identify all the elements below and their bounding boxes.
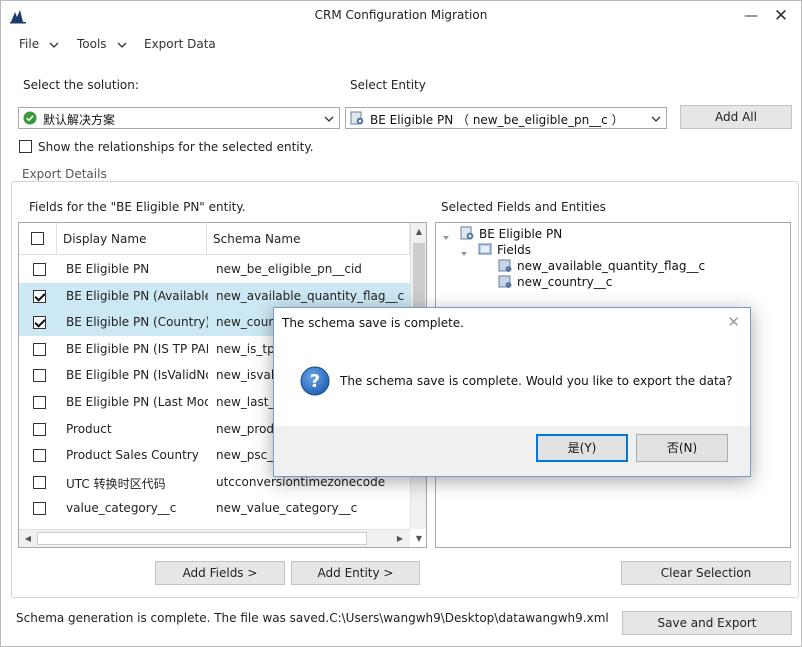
display-name-cell: Product Sales Country (66, 448, 199, 463)
menu-file[interactable]: File (19, 37, 39, 51)
display-name-cell: BE Eligible PN (Available C (66, 288, 208, 303)
tree-fields-node[interactable]: Fields (497, 243, 531, 257)
window-title: CRM Configuration Migration (314, 8, 488, 22)
scroll-up-icon[interactable]: ▲ (411, 224, 426, 240)
select-all-checkbox[interactable] (31, 232, 44, 245)
table-row[interactable]: BE Eligible PN new_be_eligible_pn__cid (19, 256, 410, 283)
row-checkbox[interactable] (33, 316, 46, 330)
chevron-down-icon[interactable] (650, 113, 662, 127)
field-icon (498, 274, 513, 292)
row-checkbox[interactable] (33, 342, 46, 356)
column-schema-name[interactable]: Schema Name (207, 223, 410, 255)
schema-name-cell: new_be_eligible_pn__cid (216, 262, 362, 276)
table-row[interactable]: value_category__c new_value_category__c (19, 495, 410, 522)
row-checkbox[interactable] (33, 263, 46, 276)
row-checkbox[interactable] (33, 475, 46, 489)
status-text: Schema generation is complete. The file … (16, 611, 609, 625)
display-name-cell: UTC 转换时区代码 (66, 476, 166, 491)
show-relationships-checkbox[interactable] (19, 140, 32, 153)
selected-fields-label: Selected Fields and Entities (441, 200, 606, 214)
app-window: CRM Configuration Migration — ✕ File Too… (0, 0, 802, 647)
folder-icon (478, 242, 493, 259)
chevron-down-icon[interactable] (48, 39, 60, 53)
row-checkbox[interactable] (33, 369, 46, 383)
tree-field-node[interactable]: new_available_quantity_flag__c (517, 259, 705, 273)
collapse-arrow-icon[interactable] (460, 247, 468, 261)
row-checkbox[interactable] (33, 289, 46, 303)
display-name-cell: BE Eligible PN (IsValidNow (66, 368, 208, 383)
solution-select[interactable]: 默认解决方案 (18, 107, 340, 129)
row-checkbox[interactable] (33, 449, 46, 463)
column-display-name[interactable]: Display Name (57, 223, 207, 255)
tree-entity-node[interactable]: BE Eligible PN (479, 227, 562, 241)
chevron-down-icon[interactable] (323, 113, 335, 127)
entity-gear-icon (350, 111, 365, 129)
add-all-button[interactable]: Add All (680, 105, 792, 129)
question-icon: ? (300, 366, 330, 399)
display-name-cell: Product (66, 421, 112, 436)
menu-tools[interactable]: Tools (77, 37, 107, 51)
row-checkbox[interactable] (33, 422, 46, 436)
show-relationships-label: Show the relationships for the selected … (38, 140, 314, 154)
dialog-title: The schema save is complete. (282, 316, 464, 330)
minimize-icon[interactable]: — (741, 7, 761, 25)
display-name-cell: BE Eligible PN (66, 262, 150, 276)
schema-name-cell: new_available_quantity_flag__c (216, 288, 405, 303)
add-fields-button[interactable]: Add Fields > (155, 561, 285, 585)
solution-value: 默认解决方案 (43, 113, 116, 127)
display-name-cell: BE Eligible PN (Country) (66, 315, 208, 330)
dialog-close-icon[interactable]: ✕ (727, 313, 740, 331)
fields-label: Fields for the "BE Eligible PN" entity. (29, 200, 246, 214)
table-row[interactable]: BE Eligible PN (Available C new_available… (19, 282, 410, 310)
tree-field-node[interactable]: new_country__c (517, 275, 612, 289)
display-name-cell: BE Eligible PN (Last Modifi (66, 395, 208, 409)
scroll-right-icon[interactable]: ▶ (392, 531, 408, 547)
row-checkbox[interactable] (33, 396, 46, 409)
collapse-arrow-icon[interactable] (442, 231, 450, 245)
chevron-down-icon[interactable] (116, 39, 128, 53)
close-icon[interactable]: ✕ (771, 7, 791, 25)
menu-export-data[interactable]: Export Data (144, 37, 216, 51)
svg-text:?: ? (310, 371, 320, 392)
horizontal-scrollbar[interactable]: ◀ ▶ (19, 529, 410, 547)
horizontal-scroll-thumb[interactable] (37, 532, 367, 545)
grid-header: Display Name Schema Name (19, 223, 410, 255)
scroll-down-icon[interactable]: ▼ (411, 531, 426, 547)
save-and-export-button[interactable]: Save and Export (622, 611, 792, 635)
entity-label: Select Entity (350, 78, 426, 92)
check-circle-icon (23, 111, 37, 128)
entity-gear-icon (460, 226, 475, 244)
entity-value: BE Eligible PN （ new_be_eligible_pn__c ） (370, 113, 624, 127)
dialog-message: The schema save is complete. Would you l… (340, 374, 733, 388)
entity-select[interactable]: BE Eligible PN （ new_be_eligible_pn__c ） (345, 107, 667, 129)
solution-label: Select the solution: (23, 78, 139, 92)
display-name-cell: BE Eligible PN (IS TP PART) (66, 341, 208, 356)
clear-selection-button[interactable]: Clear Selection (621, 561, 791, 585)
row-checkbox[interactable] (33, 502, 46, 516)
yes-button[interactable]: 是(Y) (536, 434, 628, 462)
no-button[interactable]: 否(N) (636, 434, 728, 462)
display-name-cell: value_category__c (66, 501, 177, 516)
scroll-left-icon[interactable]: ◀ (20, 531, 36, 547)
title-bar: CRM Configuration Migration — ✕ (1, 1, 801, 31)
export-details-legend: Export Details (19, 167, 110, 181)
add-entity-button[interactable]: Add Entity > (291, 561, 420, 585)
confirm-dialog: The schema save is complete. ✕ ? The sch… (273, 307, 751, 477)
schema-name-cell: new_value_category__c (216, 501, 358, 516)
select-all-cell (19, 223, 57, 255)
